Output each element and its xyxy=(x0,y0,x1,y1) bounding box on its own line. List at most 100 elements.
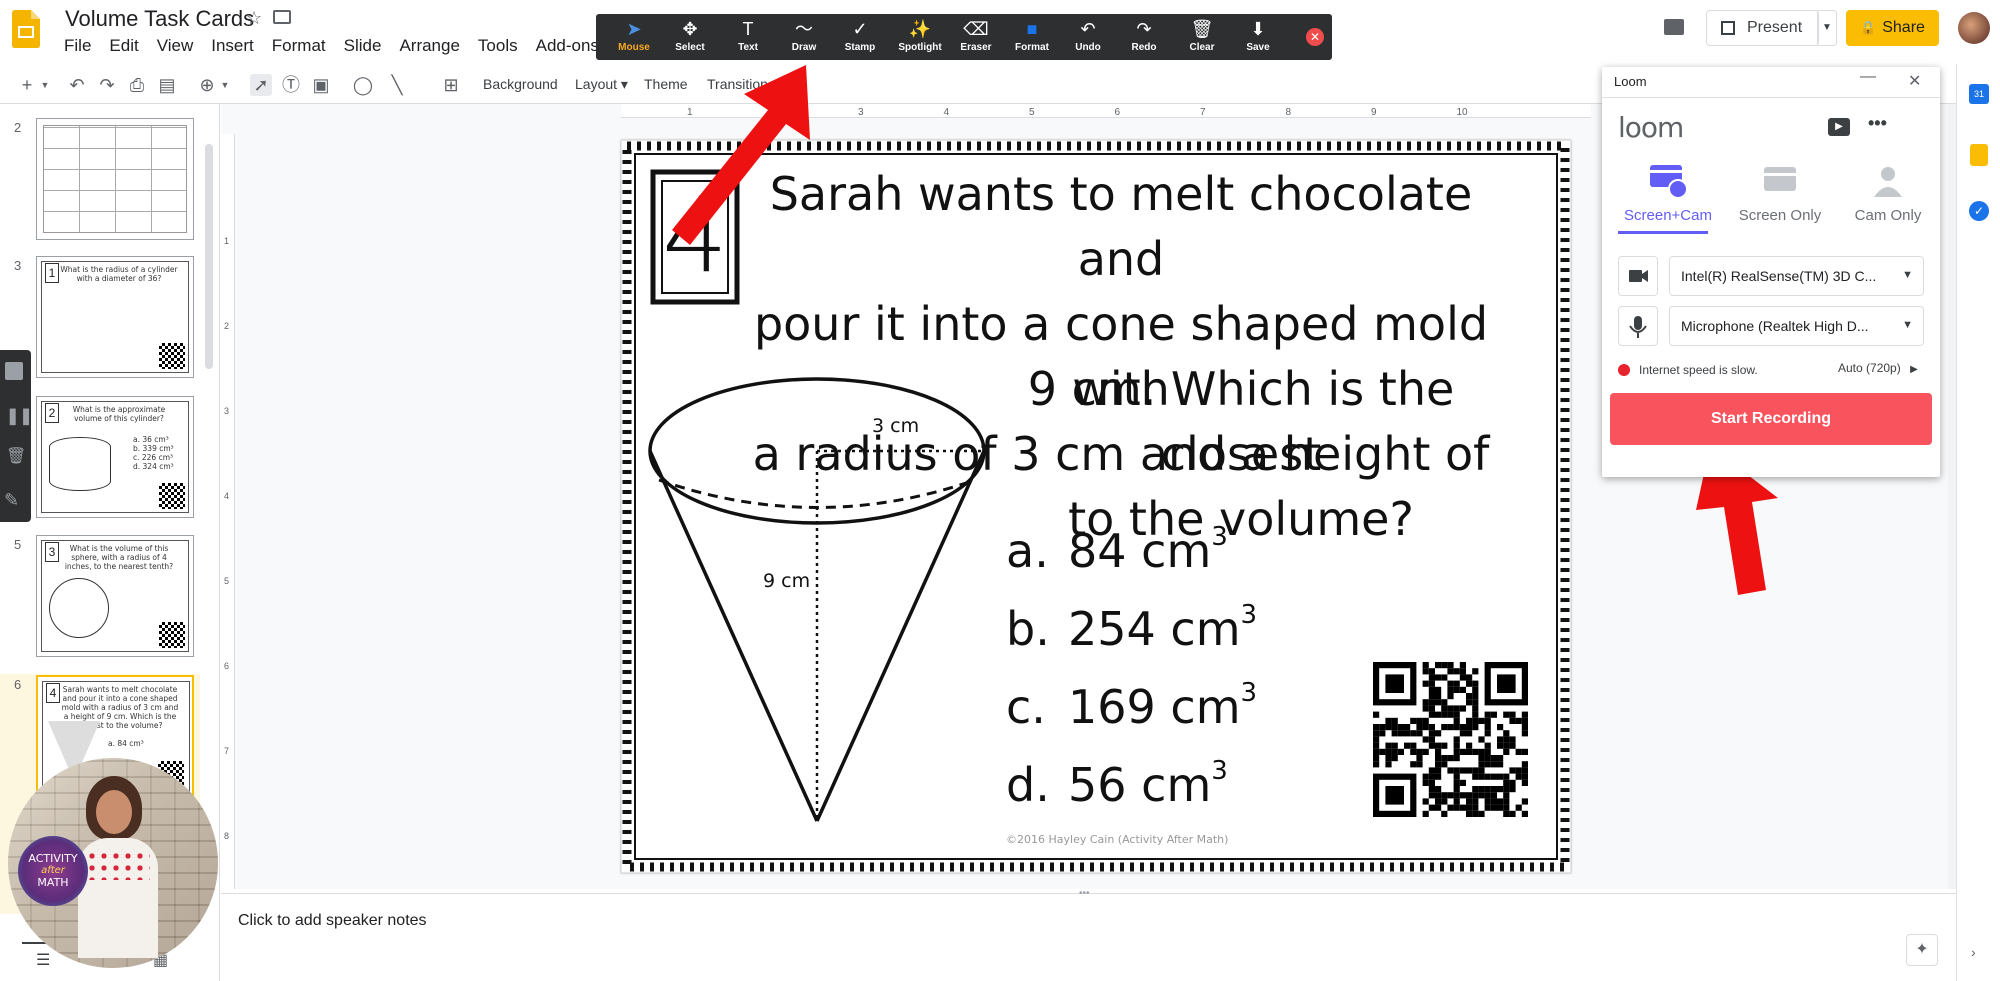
draw-tool-draw[interactable]: 〜 Draw xyxy=(776,18,832,53)
loom-mode-screen-only[interactable]: Screen Only xyxy=(1730,163,1830,224)
answer-choice[interactable]: d. 56 cm3 xyxy=(1006,739,1406,817)
format-icon: ■ xyxy=(1026,19,1038,39)
camera-toggle[interactable] xyxy=(1618,256,1658,296)
layout-button[interactable]: Layout ▾ xyxy=(575,76,628,93)
slide-number: 2 xyxy=(14,120,22,135)
new-comment-icon[interactable]: ⊞ xyxy=(440,74,462,96)
close-icon[interactable]: ✕ xyxy=(1908,71,1921,91)
chevron-down-icon[interactable]: ▼ xyxy=(38,74,52,96)
draw-tool-select[interactable]: ✥ Select xyxy=(662,18,718,53)
draw-tool-label: Eraser xyxy=(960,42,992,53)
share-button[interactable]: 🔒 Share xyxy=(1846,10,1939,46)
menu-format[interactable]: Format xyxy=(272,36,334,56)
draw-tool-eraser[interactable]: ⌫ Eraser xyxy=(948,18,1004,53)
menu-file[interactable]: File xyxy=(64,36,99,56)
print-icon[interactable]: ⎙ xyxy=(126,74,148,96)
microphone-toggle[interactable] xyxy=(1618,306,1658,346)
minimize-icon[interactable]: — xyxy=(1860,68,1876,86)
speaker-notes[interactable]: ••• Click to add speaker notes ✦ xyxy=(221,888,1956,981)
expand-panel-icon[interactable]: › xyxy=(1971,944,1976,960)
undo-icon[interactable]: ↶ xyxy=(66,74,88,96)
menu-insert[interactable]: Insert xyxy=(211,36,262,56)
draw-tool-clear[interactable]: 🗑 Clear xyxy=(1174,18,1230,53)
ruler-tick-label: 3 xyxy=(858,107,864,118)
menu-arrange[interactable]: Arrange xyxy=(399,36,467,56)
keep-icon[interactable] xyxy=(1970,144,1988,166)
stop-icon[interactable] xyxy=(5,362,23,380)
draw-tool-undo[interactable]: ↶ Undo xyxy=(1060,18,1116,53)
redo-icon[interactable]: ↷ xyxy=(96,74,118,96)
loom-mode-screen-cam[interactable]: Screen+Cam xyxy=(1618,163,1718,224)
answer-choice[interactable]: c. 169 cm3 xyxy=(1006,661,1406,739)
tasks-icon[interactable]: ✓ xyxy=(1969,201,1989,221)
draw-tool-text[interactable]: T Text xyxy=(720,18,776,53)
present-dropdown[interactable]: ▼ xyxy=(1817,10,1837,46)
vruler-tick-label: 1 xyxy=(224,236,229,246)
more-options-icon[interactable]: ••• xyxy=(1868,113,1887,134)
zoom-chevron-icon[interactable]: ▼ xyxy=(218,74,232,96)
close-annotation-icon[interactable]: ✕ xyxy=(1306,28,1324,46)
document-title[interactable]: Volume Task Cards xyxy=(65,6,254,32)
blouse-embroidery xyxy=(86,850,150,880)
account-avatar[interactable] xyxy=(1958,12,1990,44)
line-icon[interactable]: ╲ xyxy=(386,74,408,96)
draw-tool-save[interactable]: ⬇ Save xyxy=(1230,18,1286,53)
save-icon: ⬇ xyxy=(1250,19,1266,39)
menu-slide[interactable]: Slide xyxy=(344,36,390,56)
comments-icon[interactable] xyxy=(1664,19,1684,35)
draw-tool-label: Save xyxy=(1246,42,1270,53)
slide-thumbnail[interactable]: 2 What is the approximate volume of this … xyxy=(36,396,194,518)
canvas-scrollbar[interactable] xyxy=(1948,104,1956,889)
star-icon[interactable]: ☆ xyxy=(246,8,262,29)
draw-tool-mouse[interactable]: ➤ Mouse xyxy=(606,18,662,53)
draw-tool-stamp[interactable]: ✓ Stamp xyxy=(832,18,888,53)
webcam-bubble[interactable]: ACTIVITY after MATH xyxy=(8,758,218,968)
video-library-icon[interactable]: ▶ xyxy=(1828,118,1850,136)
filmstrip-scrollbar[interactable] xyxy=(205,144,213,369)
menu-tools[interactable]: Tools xyxy=(478,36,526,56)
select-cursor-icon[interactable]: ➚ xyxy=(250,74,272,96)
pen-icon[interactable]: ✎ xyxy=(4,490,19,511)
start-recording-button[interactable]: Start Recording xyxy=(1610,393,1932,445)
loom-mode-label: Screen+Cam xyxy=(1624,207,1712,224)
draw-tool-format[interactable]: ■ Format xyxy=(1004,18,1060,53)
present-button[interactable]: Present xyxy=(1706,10,1819,46)
textbox-icon[interactable]: Ⓣ xyxy=(280,74,302,96)
slide-thumbnail[interactable]: 3 What is the volume of this sphere, with… xyxy=(36,535,194,657)
add-icon[interactable]: + xyxy=(16,74,38,96)
shape-icon[interactable]: ◯ xyxy=(352,74,374,96)
chevron-down-icon: ▼ xyxy=(1902,319,1913,331)
vertical-ruler: 1 2 3 4 5 6 7 8 xyxy=(221,134,235,889)
thumb-card-number: 1 xyxy=(45,263,59,283)
loom-mode-cam-only[interactable]: Cam Only xyxy=(1838,163,1938,224)
calendar-icon[interactable]: 31 xyxy=(1969,84,1989,104)
microphone-select[interactable]: Microphone (Realtek High D... ▼ xyxy=(1669,306,1924,346)
answer-choice[interactable]: a. 84 cm3 xyxy=(1006,505,1406,583)
move-folder-icon[interactable] xyxy=(273,10,291,24)
image-icon[interactable]: ▣ xyxy=(310,74,332,96)
pause-icon[interactable]: ❚❚ xyxy=(6,406,33,426)
trash-icon[interactable]: 🗑 xyxy=(6,446,26,466)
background-button[interactable]: Background xyxy=(483,76,558,92)
draw-tool-label: Format xyxy=(1015,42,1049,53)
choice-exponent: 3 xyxy=(1211,522,1228,552)
quality-selector[interactable]: Auto (720p) ▶ xyxy=(1838,361,1918,375)
answer-choice[interactable]: b. 254 cm3 xyxy=(1006,583,1406,661)
thumb-qr-icon xyxy=(159,483,185,509)
start-recording-label: Start Recording xyxy=(1710,410,1831,427)
explore-icon[interactable]: ✦ xyxy=(1906,934,1938,966)
camera-select[interactable]: Intel(R) RealSense(TM) 3D C... ▼ xyxy=(1669,256,1924,296)
draw-tool-spotlight[interactable]: ✨ Spotlight xyxy=(892,18,948,53)
draw-tool-redo[interactable]: ↷ Redo xyxy=(1116,18,1172,53)
choice-letter: b. xyxy=(1006,602,1050,656)
slide-thumbnail[interactable]: 1 What is the radius of a cylinder with a… xyxy=(36,256,194,378)
slides-logo-icon[interactable] xyxy=(12,10,40,48)
slide-thumbnail[interactable] xyxy=(36,118,194,240)
menu-edit[interactable]: Edit xyxy=(109,36,146,56)
loom-mode-label: Cam Only xyxy=(1854,207,1922,224)
notes-resize-handle[interactable]: ••• xyxy=(1079,888,1090,899)
menu-view[interactable]: View xyxy=(157,36,202,56)
paint-format-icon[interactable]: ▤ xyxy=(156,74,178,96)
thumb-text: What is the radius of a cylinder with a … xyxy=(60,265,178,283)
zoom-icon[interactable]: ⊕ xyxy=(196,74,218,96)
